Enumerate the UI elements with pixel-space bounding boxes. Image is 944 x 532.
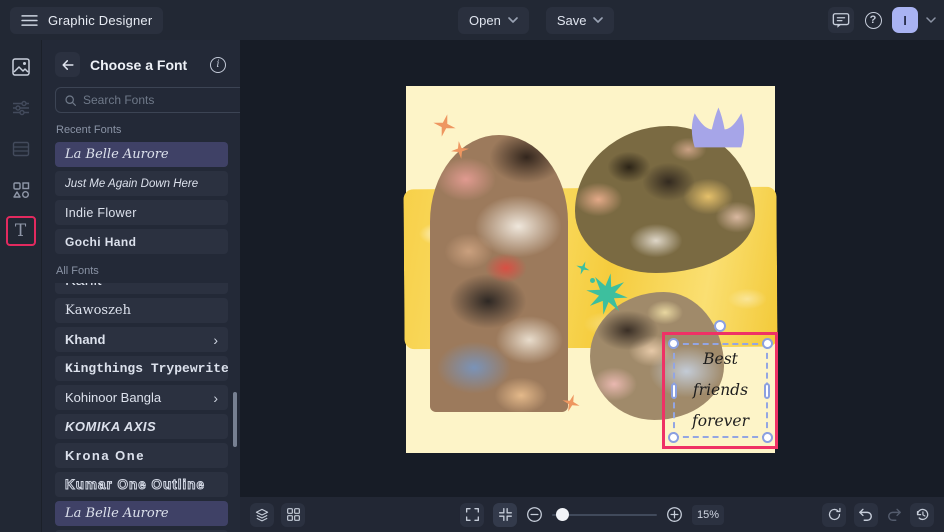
rotate-handle[interactable] <box>714 320 726 332</box>
back-arrow-icon <box>61 58 75 72</box>
redo-icon <box>886 508 902 522</box>
font-list-scrollbar[interactable] <box>233 392 237 447</box>
grid-icon <box>286 507 301 522</box>
undo-button[interactable] <box>854 503 878 527</box>
font-item-la-belle-aurore[interactable]: La Belle Aurore <box>55 142 228 167</box>
hamburger-icon <box>21 14 38 27</box>
selection-box <box>673 343 768 438</box>
history-clock-icon <box>915 507 930 522</box>
zoom-in-button[interactable] <box>666 506 683 523</box>
image-icon <box>11 57 31 77</box>
layout-icon <box>11 139 31 159</box>
search-input[interactable] <box>83 93 238 107</box>
all-fonts-list: Kanit Kawoszeh Khand› Kingthings Trypewr… <box>42 283 240 532</box>
tool-sidebar: T <box>0 40 42 532</box>
zoom-slider-knob[interactable] <box>556 508 569 521</box>
back-button[interactable] <box>55 52 80 77</box>
sidebar-item-text[interactable]: T <box>6 216 36 246</box>
font-item-khand[interactable]: Khand› <box>55 327 228 352</box>
layers-button[interactable] <box>250 503 274 527</box>
font-item-krona-one[interactable]: Krona One <box>55 443 228 468</box>
zoom-slider[interactable] <box>552 508 657 522</box>
help-button[interactable]: ? <box>860 7 886 33</box>
app-menu-chip[interactable]: Graphic Designer <box>10 7 163 34</box>
panel-title: Choose a Font <box>90 57 187 73</box>
recent-fonts-list: La Belle Aurore Just Me Again Down Here … <box>42 142 240 254</box>
orange-sparkle-icon[interactable] <box>431 112 459 140</box>
font-item-kingthings-trypewriter[interactable]: Kingthings Trypewriter <box>55 356 228 381</box>
photo-blob-top-right[interactable] <box>575 126 755 273</box>
sidebar-item-images[interactable] <box>6 52 36 82</box>
font-item-la-belle-aurore-all[interactable]: La Belle Aurore <box>55 501 228 526</box>
redo-button[interactable] <box>886 508 902 522</box>
feedback-button[interactable] <box>828 7 854 33</box>
top-bar: Graphic Designer Open Save ? I <box>0 0 944 40</box>
font-item-kohinoor-bangla[interactable]: Kohinoor Bangla› <box>55 385 228 410</box>
save-button-label: Save <box>557 13 587 28</box>
shapes-icon <box>11 180 31 200</box>
refresh-button[interactable] <box>822 503 846 527</box>
zoom-out-button[interactable] <box>526 506 543 523</box>
account-chevron-down-icon[interactable] <box>926 17 936 23</box>
chevron-right-icon: › <box>213 391 218 405</box>
info-button[interactable]: i <box>210 57 226 73</box>
app-title: Graphic Designer <box>48 13 152 28</box>
zoom-percentage[interactable]: 15% <box>692 505 724 525</box>
fit-screen-icon <box>497 507 512 522</box>
resize-handle-nw[interactable] <box>668 338 679 349</box>
sidebar-item-templates[interactable] <box>6 134 36 164</box>
design-artboard[interactable]: Best friends forever <box>406 86 775 453</box>
canvas-workspace[interactable]: Best friends forever <box>240 40 944 532</box>
refresh-icon <box>827 507 842 522</box>
chat-bubble-icon <box>832 12 850 29</box>
photo-arch[interactable] <box>430 135 568 412</box>
search-icon <box>64 94 77 107</box>
sidebar-item-adjustments[interactable] <box>6 93 36 123</box>
recent-fonts-heading: Recent Fonts <box>56 124 240 136</box>
sidebar-item-shapes[interactable] <box>6 175 36 205</box>
open-button-label: Open <box>469 13 501 28</box>
fit-to-screen-button[interactable] <box>493 503 517 527</box>
font-item-komika-axis[interactable]: KOMIKA AXIS <box>55 414 228 439</box>
resize-handle-se[interactable] <box>762 432 773 443</box>
search-box[interactable] <box>55 87 240 113</box>
bottom-toolbar: 15% <box>240 497 944 532</box>
font-item-kumar-one-outline[interactable]: Kumar One Outline <box>55 472 228 497</box>
layers-icon <box>254 507 270 523</box>
resize-handle-ne[interactable] <box>762 338 773 349</box>
pages-grid-button[interactable] <box>281 503 305 527</box>
chevron-right-icon: › <box>213 333 218 347</box>
undo-icon <box>858 508 874 522</box>
all-fonts-heading: All Fonts <box>56 265 240 277</box>
font-item-gochi-hand[interactable]: Gochi Hand <box>55 229 228 254</box>
chevron-down-icon <box>508 17 518 23</box>
font-item-just-me-again-down-here[interactable]: Just Me Again Down Here <box>55 171 228 196</box>
expand-icon <box>464 507 479 522</box>
font-panel: Choose a Font i Recent Fonts La Belle Au… <box>42 40 240 532</box>
history-button[interactable] <box>910 503 934 527</box>
open-button[interactable]: Open <box>458 7 529 34</box>
save-button[interactable]: Save <box>546 7 615 34</box>
purple-tulip-icon[interactable] <box>689 105 746 148</box>
resize-handle-sw[interactable] <box>668 432 679 443</box>
sliders-icon <box>11 98 31 118</box>
chevron-down-icon <box>593 17 603 23</box>
resize-handle-e[interactable] <box>764 383 770 399</box>
teal-dot-icon[interactable] <box>590 278 595 283</box>
minus-circle-icon <box>526 506 543 523</box>
font-item-indie-flower[interactable]: Indie Flower <box>55 200 228 225</box>
text-tool-icon: T <box>15 221 26 241</box>
info-icon: i <box>210 57 226 73</box>
avatar[interactable]: I <box>892 7 918 33</box>
font-item-kanit[interactable]: Kanit <box>55 283 228 294</box>
resize-handle-w[interactable] <box>671 383 677 399</box>
expand-canvas-button[interactable] <box>460 503 484 527</box>
font-item-kawoszeh[interactable]: Kawoszeh <box>55 298 228 323</box>
help-icon: ? <box>865 12 882 29</box>
plus-circle-icon <box>666 506 683 523</box>
